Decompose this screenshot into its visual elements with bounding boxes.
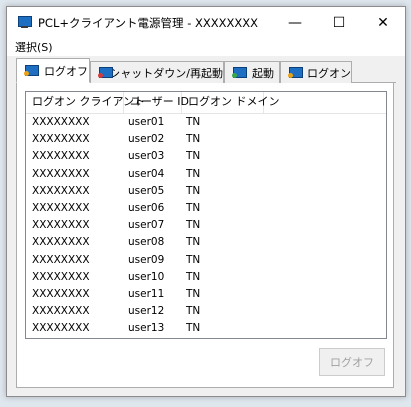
cell-client: XXXXXXXX [32,253,90,266]
cell-client: XXXXXXXX [32,322,90,335]
cell-client: XXXXXXXX [32,219,90,232]
cell-user-id: user03 [128,150,165,163]
tab-logoff[interactable]: ログオフ [16,58,90,83]
minimize-icon: — [288,14,302,31]
table-row[interactable]: XXXXXXXX user08 TN [26,234,386,251]
cell-domain: TN [186,184,201,197]
list-header: ログオン クライアント ユーザー ID ログオン ドメイン [26,92,386,114]
cell-client: XXXXXXXX [32,150,90,163]
monitor-start-icon [232,66,247,79]
menu-select[interactable]: 選択(S) [7,39,53,55]
table-row[interactable]: XXXXXXXX user10 TN [26,269,386,286]
table-row[interactable]: XXXXXXXX user03 TN [26,148,386,165]
table-row[interactable]: XXXXXXXX user02 TN [26,131,386,148]
cell-client: XXXXXXXX [32,167,90,180]
tab-panel-logoff: ログオン クライアント ユーザー ID ログオン ドメイン XXXXXXXX us… [16,83,394,388]
cell-domain: TN [186,150,201,163]
list-rows: XXXXXXXX user01 TN XXXXXXXX user02 TN XXXXXXXX… [26,114,386,337]
tab-label: 起動 [252,66,274,80]
title-bar[interactable]: PCL+クライアント電源管理 - XXXXXXXX — ☐ ✕ [7,7,405,38]
tab-shutdown-restart[interactable]: シャットダウン/再起動 [90,61,224,83]
tab-start[interactable]: 起動 [224,61,280,83]
cell-user-id: user07 [128,219,165,232]
cell-user-id: user11 [128,287,165,300]
column-header-user-id[interactable]: ユーザー ID [124,92,189,113]
cell-client: XXXXXXXX [32,270,90,283]
cell-domain: TN [186,236,201,249]
cell-user-id: user01 [128,116,165,128]
cell-domain: TN [186,253,201,266]
cell-domain: TN [186,116,201,128]
cell-client: XXXXXXXX [32,236,90,249]
table-row[interactable]: XXXXXXXX user11 TN [26,286,386,303]
cell-user-id: user04 [128,167,165,180]
cell-domain: TN [186,201,201,214]
close-button[interactable]: ✕ [361,7,405,38]
tab-logon[interactable]: ログオン [280,61,352,83]
column-header-domain[interactable]: ログオン ドメイン [182,92,280,113]
cell-user-id: user05 [128,184,165,197]
cell-user-id: user13 [128,322,165,335]
minimize-button[interactable]: — [273,7,317,38]
table-row[interactable]: XXXXXXXX user12 TN [26,303,386,320]
column-header-client[interactable]: ログオン クライアント [26,92,145,113]
table-row[interactable]: XXXXXXXX user09 TN [26,252,386,269]
logon-client-list[interactable]: ログオン クライアント ユーザー ID ログオン ドメイン XXXXXXXX us… [25,91,387,339]
window-title: PCL+クライアント電源管理 - XXXXXXXX [38,15,259,30]
cell-client: XXXXXXXX [32,116,90,128]
app-window: PCL+クライアント電源管理 - XXXXXXXX — ☐ ✕ 選択(S) ログ… [6,6,406,397]
cell-user-id: user12 [128,305,165,318]
cell-client: XXXXXXXX [32,305,90,318]
cell-domain: TN [186,305,201,318]
cell-domain: TN [186,287,201,300]
monitor-logon-icon [288,66,303,79]
table-row[interactable]: XXXXXXXX user13 TN [26,320,386,337]
tab-strip: ログオフ シャットダウン/再起動 起動 ログオン [16,56,396,83]
logoff-button[interactable]: ログオフ [319,348,385,376]
tab-label: シャットダウン/再起動 [109,66,223,80]
maximize-icon: ☐ [332,14,346,31]
menu-bar: 選択(S) [7,38,405,56]
cell-user-id: user06 [128,201,165,214]
close-icon: ✕ [377,14,389,31]
cell-domain: TN [186,133,201,146]
cell-user-id: user09 [128,253,165,266]
cell-client: XXXXXXXX [32,184,90,197]
table-row[interactable]: XXXXXXXX user06 TN [26,200,386,217]
cell-domain: TN [186,219,201,232]
cell-domain: TN [186,167,201,180]
cell-domain: TN [186,270,201,283]
maximize-button[interactable]: ☐ [317,7,361,38]
tab-label: ログオン [307,66,351,80]
cell-client: XXXXXXXX [32,287,90,300]
app-monitor-icon [17,15,32,30]
monitor-shutdown-icon [98,66,113,79]
cell-user-id: user10 [128,270,165,283]
tab-label: ログオフ [44,64,88,78]
table-row[interactable]: XXXXXXXX user04 TN [26,166,386,183]
cell-user-id: user02 [128,133,165,146]
cell-domain: TN [186,322,201,335]
table-row[interactable]: XXXXXXXX user07 TN [26,217,386,234]
cell-client: XXXXXXXX [32,201,90,214]
cell-user-id: user08 [128,236,165,249]
monitor-logoff-icon [24,64,39,77]
cell-client: XXXXXXXX [32,133,90,146]
table-row[interactable]: XXXXXXXX user05 TN [26,183,386,200]
table-row[interactable]: XXXXXXXX user01 TN [26,114,386,131]
